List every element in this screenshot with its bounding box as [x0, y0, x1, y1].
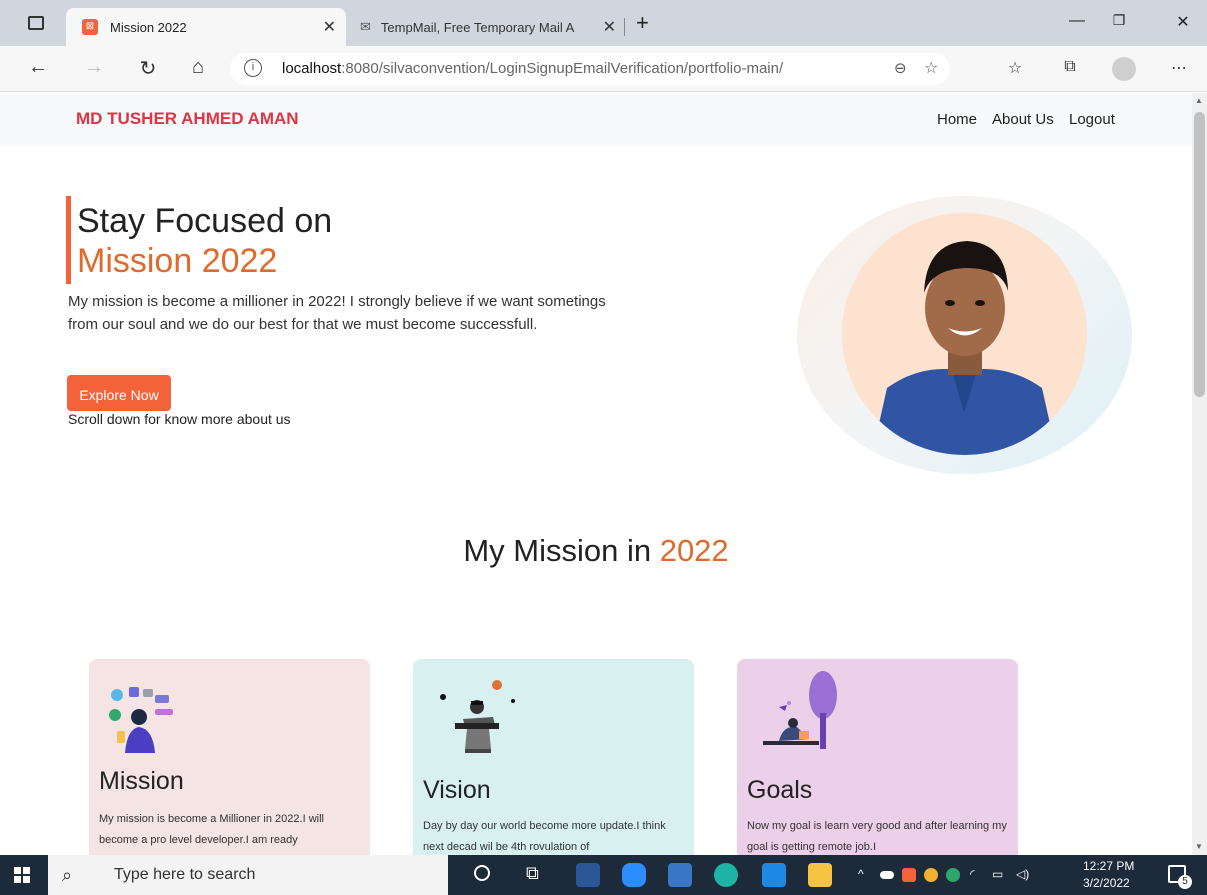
address-bar[interactable]: i localhost:8080/silvaconvention/LoginSi…: [230, 53, 950, 85]
tab-actions-icon[interactable]: [28, 16, 44, 30]
forward-icon[interactable]: →: [80, 56, 108, 79]
goals-card-title: Goals: [747, 776, 813, 804]
hero-title-accent: Mission 2022: [77, 242, 278, 280]
vscode-icon[interactable]: [762, 863, 786, 887]
word-app-icon[interactable]: [576, 863, 600, 887]
clock-date[interactable]: 3/2/2022: [1083, 876, 1130, 890]
url-path: :8080/silvaconvention/LoginSignupEmailVe…: [341, 60, 784, 77]
more-icon[interactable]: ⋯: [1166, 58, 1192, 78]
browser-tab-bar: ⊠ Mission 2022 ✕ ✉ TempMail, Free Tempor…: [0, 0, 1207, 46]
tab-divider: [624, 18, 625, 36]
nav-home[interactable]: Home: [937, 111, 977, 128]
hero-accent-bar: [66, 196, 71, 284]
hero-description: My mission is become a millioner in 2022…: [68, 293, 606, 333]
home-icon[interactable]: ⌂: [184, 56, 212, 79]
vision-card-text: Day by day our world become more update.…: [423, 820, 666, 853]
tab-tempmail[interactable]: ✉ TempMail, Free Temporary Mail A ✕: [348, 8, 620, 46]
mission-card-title: Mission: [99, 767, 184, 795]
url-host: localhost: [282, 60, 342, 77]
explore-now-button[interactable]: Explore Now: [67, 375, 171, 411]
vision-card: Vision Day by day our world become more …: [413, 659, 694, 855]
site-brand[interactable]: MD TUSHER AHMED AMAN: [76, 109, 299, 129]
goals-illustration-icon: [763, 671, 837, 749]
task-view-icon[interactable]: ⧉: [526, 863, 539, 884]
profile-photo: [842, 213, 1087, 455]
site-info-icon[interactable]: i: [244, 59, 262, 77]
clock-time[interactable]: 12:27 PM: [1083, 859, 1134, 873]
scroll-down-arrow-icon[interactable]: ▼: [1195, 842, 1203, 851]
battery-icon[interactable]: ▭: [992, 867, 1003, 881]
cortana-icon[interactable]: [474, 865, 490, 881]
tab-title: Mission 2022: [110, 19, 187, 35]
close-tab-icon[interactable]: ✕: [603, 17, 616, 37]
vision-illustration-icon: [440, 680, 515, 753]
scroll-up-arrow-icon[interactable]: ▲: [1195, 96, 1203, 105]
network-app-icon[interactable]: [668, 863, 692, 887]
chrome-tray-icon[interactable]: [924, 868, 938, 882]
onedrive-icon[interactable]: [880, 871, 894, 879]
back-icon[interactable]: ←: [24, 56, 52, 79]
taskbar-search-placeholder: Type here to search: [114, 866, 256, 883]
mission-card-text: My mission is become a Millioner in 2022…: [99, 813, 324, 846]
browser-toolbar: ← → ↻ ⌂ i localhost:8080/silvaconvention…: [0, 46, 1207, 92]
xampp-tray-icon[interactable]: [902, 868, 916, 882]
close-tab-icon[interactable]: ✕: [323, 17, 336, 37]
app-tray-icon[interactable]: [946, 868, 960, 882]
collections-icon[interactable]: ⧉: [1057, 58, 1083, 76]
minimize-icon[interactable]: —: [1062, 12, 1092, 30]
zoom-icon[interactable]: ⊖: [894, 59, 907, 77]
scroll-note: Scroll down for know more about us: [68, 411, 291, 427]
site-navbar: MD TUSHER AHMED AMAN Home About Us Logou…: [0, 93, 1192, 145]
goals-card: Goals Now my goal is learn very good and…: [737, 659, 1018, 855]
search-icon: ⌕: [62, 865, 73, 885]
section-title: My Mission in 2022: [0, 533, 1192, 569]
tab-title: TempMail, Free Temporary Mail A: [380, 19, 575, 35]
wifi-icon[interactable]: ◜: [970, 867, 975, 881]
section-title-main: My Mission in: [463, 533, 652, 568]
new-tab-icon[interactable]: +: [636, 10, 649, 36]
url-text[interactable]: localhost:8080/silvaconvention/LoginSign…: [282, 60, 783, 77]
taskbar-search-box[interactable]: ⌕ Type here to search: [48, 855, 448, 895]
tray-overflow-icon[interactable]: ^: [858, 867, 864, 881]
mail-favicon-icon: ✉: [360, 19, 371, 34]
close-window-icon[interactable]: ✕: [1168, 12, 1198, 32]
nav-logout[interactable]: Logout: [1069, 111, 1115, 128]
tab-mission-2022[interactable]: ⊠ Mission 2022 ✕: [66, 8, 346, 46]
restore-icon[interactable]: ❐: [1104, 12, 1134, 29]
volume-icon[interactable]: ◁): [1016, 867, 1029, 881]
section-title-accent: 2022: [659, 533, 729, 568]
refresh-icon[interactable]: ↻: [134, 56, 162, 81]
scrollbar-thumb[interactable]: [1194, 112, 1205, 397]
goals-card-text: Now my goal is learn very good and after…: [747, 820, 1007, 853]
file-explorer-icon[interactable]: [808, 863, 832, 887]
windows-start-icon[interactable]: [14, 867, 30, 883]
nav-about-us[interactable]: About Us: [992, 111, 1054, 128]
add-favorite-icon[interactable]: ☆: [924, 58, 938, 78]
notification-count-badge: 5: [1178, 875, 1192, 889]
vision-card-title: Vision: [423, 776, 491, 804]
mission-card: Mission My mission is become a Millioner…: [89, 659, 370, 855]
hero-title: Stay Focused on: [77, 202, 333, 240]
mission-illustration-icon: [109, 687, 173, 753]
zoom-app-icon[interactable]: [622, 863, 646, 887]
xampp-favicon-icon: ⊠: [82, 19, 98, 35]
web-page: MD TUSHER AHMED AMAN Home About Us Logou…: [0, 93, 1192, 855]
edge-browser-icon[interactable]: [714, 863, 738, 887]
windows-taskbar: ⌕ Type here to search ⧉ ^ ◜ ▭ ◁) 12:27 P…: [0, 855, 1207, 895]
profile-avatar[interactable]: [1112, 57, 1136, 81]
favorites-icon[interactable]: ☆: [1002, 58, 1028, 78]
